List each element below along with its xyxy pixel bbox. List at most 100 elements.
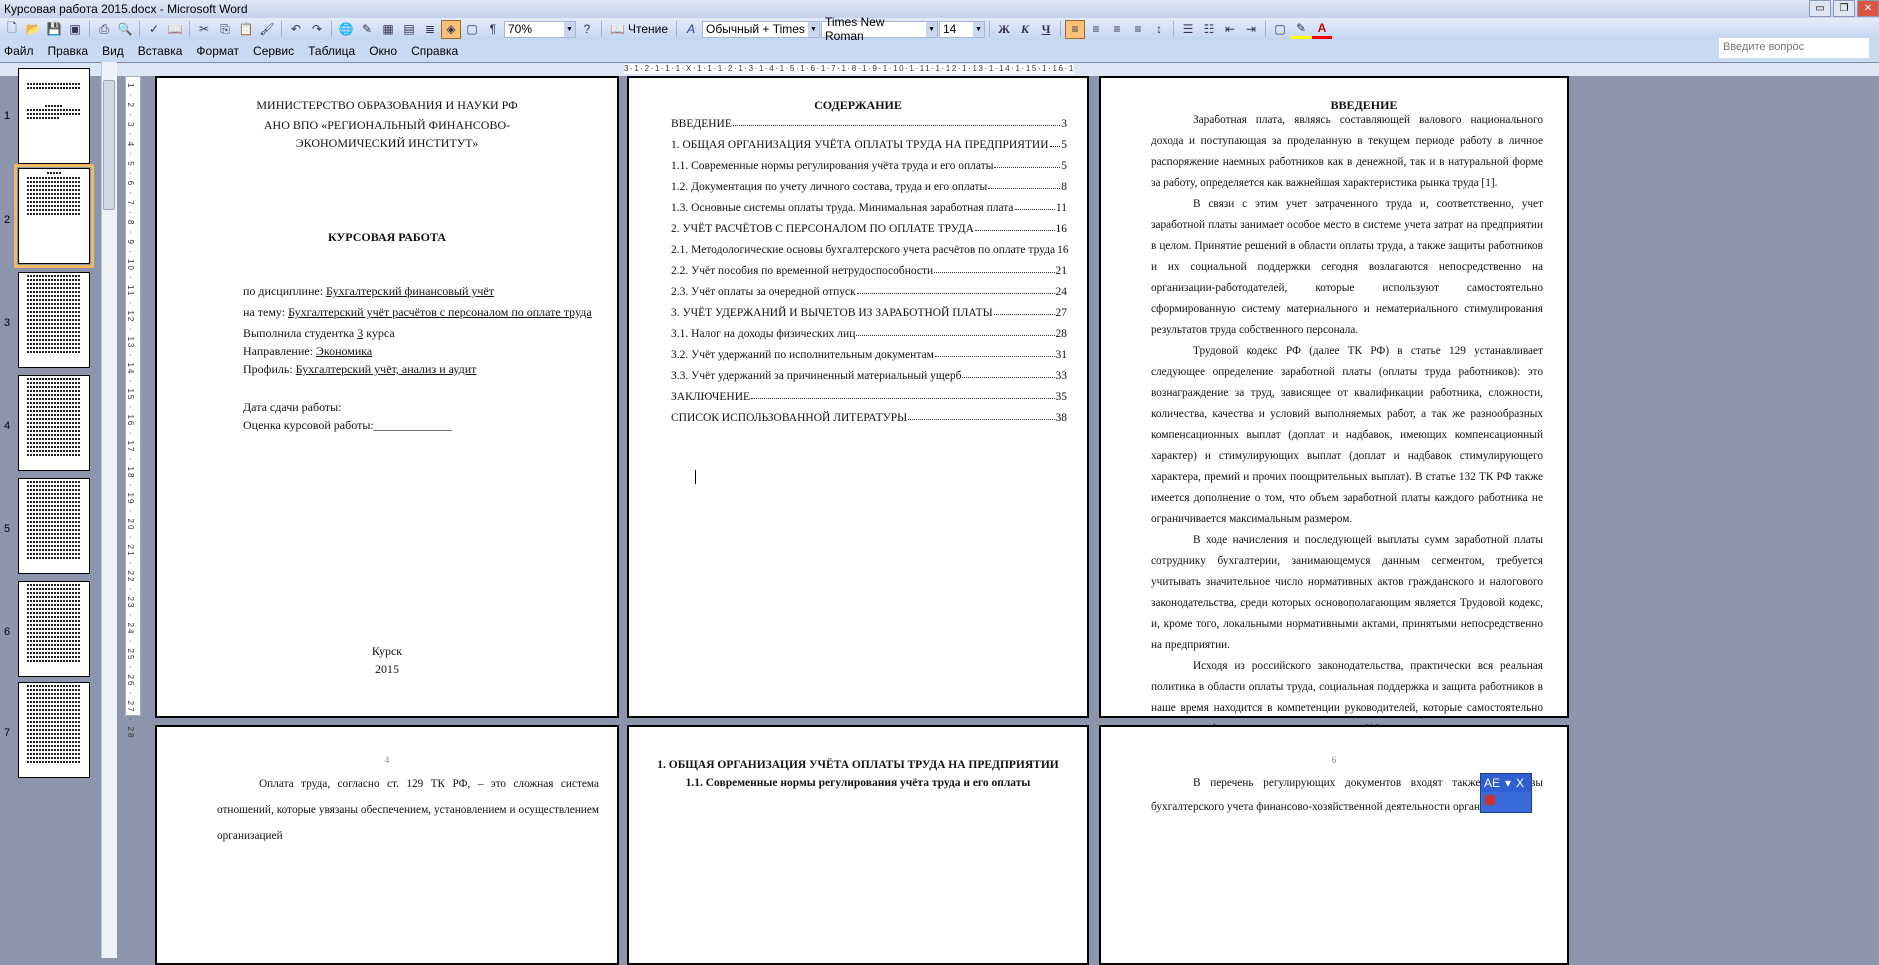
page-thumbnail[interactable] [18,682,90,778]
drawing-icon[interactable]: ◈ [441,19,461,39]
page-4[interactable]: 4 Оплата труда, согласно ст. 129 ТК РФ, … [155,725,619,965]
menu-file[interactable]: Файл [4,44,34,58]
language-label[interactable]: AE [1484,776,1500,790]
font-color-icon[interactable]: A [1312,20,1332,39]
style-select[interactable]: Обычный + Times ▼ [702,20,820,38]
styles-icon[interactable]: A [681,20,701,39]
bulleted-list-icon[interactable]: ☷ [1199,20,1219,39]
toc-entry[interactable]: ЗАКЛЮЧЕНИЕ 35 [671,391,1067,403]
page-introduction[interactable]: ВВЕДЕНИЕ Заработная плата, являясь соста… [1099,76,1569,735]
page-6[interactable]: 6 В перечень регулирующих документов вхо… [1099,725,1569,965]
menu-tools[interactable]: Сервис [253,44,294,58]
highlight-icon[interactable]: ✎ [1291,20,1311,39]
toc-entry[interactable]: 3. УЧЁТ УДЕРЖАНИЙ И ВЫЧЕТОВ ИЗ ЗАРАБОТНО… [671,307,1067,319]
vertical-ruler[interactable]: 1 · 2 · 3 · 4 · 5 · 6 · 7 · 8 · 9 · 10 ·… [125,76,141,739]
italic-button[interactable]: К [1015,20,1035,39]
research-icon[interactable]: 📖 [165,20,185,39]
zoom-select[interactable]: 70% ▼ [504,20,576,38]
format-painter-icon[interactable]: 🖌 [257,20,277,39]
spelling-icon[interactable]: ✓ [144,20,164,39]
font-size-select[interactable]: 14 ▼ [939,20,985,38]
print-preview-icon[interactable]: 🔍 [115,20,135,39]
toc-entry[interactable]: ВВЕДЕНИЕ 3 [671,118,1067,130]
text-cursor [695,470,696,484]
new-icon[interactable]: 🗋 [2,20,22,39]
increase-indent-icon[interactable]: ⇥ [1241,20,1261,39]
toc-page: 16 [1055,223,1068,235]
restore-button[interactable]: ❐ [1833,0,1855,17]
minimize-button[interactable]: ▭ [1809,0,1831,17]
toolbar: 🗋 📂 💾 ▣ ⎙ 🔍 ✓ 📖 ✂ ⎘ 📋 🖌 ↶ ↷ 🌐 ✎ ▦ ▤ ≣ ◈ … [0,15,1879,43]
page-thumbnail[interactable] [18,478,90,574]
menu-window[interactable]: Окно [369,44,397,58]
borders-icon[interactable]: ▢ [1270,20,1290,39]
page-thumbnail[interactable] [18,272,90,368]
toc-entry[interactable]: 2.2. Учёт пособия по временной нетрудосп… [671,265,1067,277]
scrollbar-thumb[interactable] [103,80,115,210]
underline-button[interactable]: Ч [1036,20,1056,39]
toc-entry[interactable]: 1.2. Документация по учету личного соста… [671,181,1067,193]
page-thumbnail[interactable] [18,581,90,677]
justify-icon[interactable]: ≡ [1128,20,1148,39]
menu-table[interactable]: Таблица [308,44,355,58]
toc-leader [908,412,1055,420]
menu-help[interactable]: Справка [411,44,458,58]
bold-button[interactable]: Ж [994,20,1014,39]
show-formatting-button[interactable]: ¶ [483,20,503,39]
font-select[interactable]: Times New Roman ▼ [821,15,938,43]
toc-entry[interactable]: 1.3. Основные системы оплаты труда. Мини… [671,202,1067,214]
hyperlink-icon[interactable]: 🌐 [336,20,356,39]
open-icon[interactable]: 📂 [23,20,43,39]
ask-question-input[interactable]: Введите вопрос [1719,38,1869,58]
toc-leader [988,181,1061,189]
tables-borders-icon[interactable]: ✎ [357,20,377,39]
align-right-icon[interactable]: ≡ [1107,20,1127,39]
toc-entry[interactable]: 2.1. Методологические основы бухгалтерск… [671,244,1069,256]
decrease-indent-icon[interactable]: ⇤ [1220,20,1240,39]
toc-entry[interactable]: СПИСОК ИСПОЛЬЗОВАННОЙ ЛИТЕРАТУРЫ 38 [671,412,1067,424]
submission-date: Дата сдачи работы: [243,400,342,414]
document-map-icon[interactable]: ▢ [462,20,482,39]
insert-table-icon[interactable]: ▦ [378,20,398,39]
page-thumbnail[interactable] [18,68,90,164]
page-5[interactable]: 1. ОБЩАЯ ОРГАНИЗАЦИЯ УЧЁТА ОПЛАТЫ ТРУДА … [627,725,1089,965]
menu-edit[interactable]: Правка [48,44,89,58]
undo-icon[interactable]: ↶ [286,20,306,39]
copy-icon[interactable]: ⎘ [215,20,235,39]
toc-entry[interactable]: 3.3. Учёт удержаний за причиненный матер… [671,370,1067,382]
numbered-list-icon[interactable]: ☰ [1178,20,1198,39]
horizontal-ruler[interactable]: 3·1·2·1·1·1·X·1·1·1·2·1·3·1·4·1·5·1·6·1·… [624,64,1074,74]
close-icon[interactable]: X [1516,776,1524,790]
permission-icon[interactable]: ▣ [65,20,85,39]
insert-excel-icon[interactable]: ▤ [399,20,419,39]
page-thumbnail[interactable] [14,164,94,268]
align-center-icon[interactable]: ≡ [1086,20,1106,39]
toc-entry[interactable]: 2. УЧЁТ РАСЧЁТОВ С ПЕРСОНАЛОМ ПО ОПЛАТЕ … [671,223,1067,235]
help-icon[interactable]: ? [577,20,597,39]
page-thumbnail[interactable] [18,375,90,471]
chevron-down-icon[interactable]: ▾ [1505,776,1511,790]
menu-insert[interactable]: Вставка [138,44,183,58]
toc-leader [934,349,1055,357]
close-button[interactable]: ✕ [1857,0,1879,17]
cut-icon[interactable]: ✂ [194,20,214,39]
align-left-icon[interactable]: ≡ [1065,19,1085,39]
redo-icon[interactable]: ↷ [307,20,327,39]
menu-view[interactable]: Вид [102,44,124,58]
toc-entry[interactable]: 3.2. Учёт удержаний по исполнительным до… [671,349,1067,361]
page-title-page[interactable]: МИНИСТЕРСТВО ОБРАЗОВАНИЯ И НАУКИ РФ АНО … [155,76,619,718]
reading-mode-button[interactable]: 📖 Чтение [606,22,672,36]
paste-icon[interactable]: 📋 [236,20,256,39]
language-bar[interactable]: AE ▾ X [1480,773,1532,813]
page-contents[interactable]: СОДЕРЖАНИЕ ВВЕДЕНИЕ 3 1. ОБЩАЯ ОРГАНИЗАЦИЯ… [627,76,1089,718]
coursework-title: КУРСОВАЯ РАБОТА [327,230,447,244]
toc-entry[interactable]: 1.1. Современные нормы регулирования учё… [671,160,1067,172]
columns-icon[interactable]: ≣ [420,20,440,39]
toc-entry[interactable]: 1. ОБЩАЯ ОРГАНИЗАЦИЯ УЧЁТА ОПЛАТЫ ТРУДА … [671,139,1067,151]
toc-entry[interactable]: 2.3. Учёт оплаты за очередной отпуск 24 [671,286,1067,298]
line-spacing-icon[interactable]: ↕ [1149,20,1169,39]
save-icon[interactable]: 💾 [44,20,64,39]
print-icon[interactable]: ⎙ [94,20,114,39]
menu-format[interactable]: Формат [196,44,239,58]
toc-entry[interactable]: 3.1. Налог на доходы физических лиц 28 [671,328,1067,340]
